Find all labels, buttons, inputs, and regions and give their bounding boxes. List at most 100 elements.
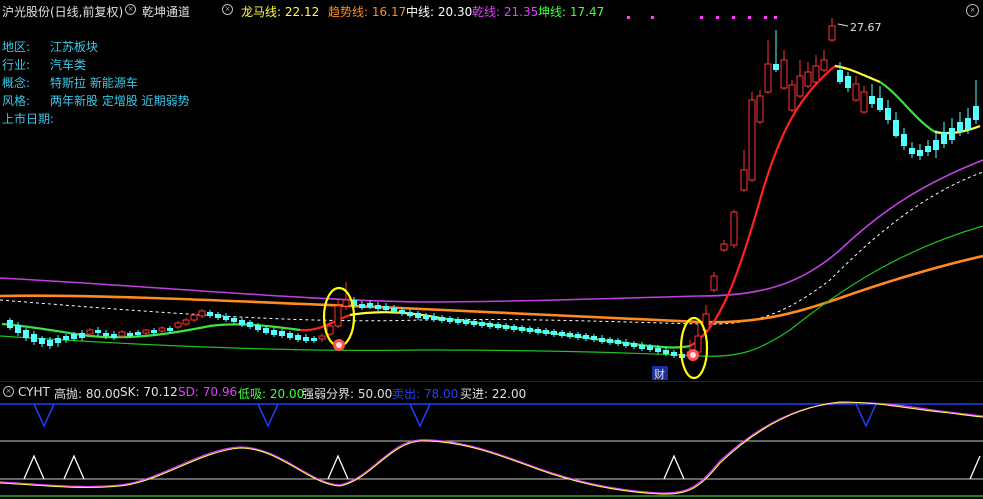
candle-body — [198, 310, 206, 317]
qian-line — [0, 159, 983, 303]
candle-body — [431, 316, 437, 320]
sk-curve — [0, 401, 983, 495]
candle-body — [647, 346, 653, 350]
candle-body — [740, 169, 748, 191]
candle-body — [583, 335, 589, 339]
finance-marker-label: 财 — [654, 367, 665, 380]
candle-body — [23, 330, 29, 338]
sub-item-sd: SD: 70.96 — [178, 385, 238, 399]
candle-body — [239, 320, 245, 325]
buy-peak-3 — [327, 454, 349, 480]
candle-body — [79, 333, 85, 338]
candle-body — [71, 334, 77, 339]
candle-body — [559, 332, 565, 336]
signal-dot — [732, 16, 735, 19]
candle-body — [182, 319, 190, 325]
candle-body — [837, 70, 843, 82]
candle-body — [655, 348, 661, 352]
candle-body — [917, 150, 923, 156]
cyht-chart[interactable] — [0, 399, 983, 499]
signal-dot — [627, 16, 630, 19]
candle-body — [764, 63, 772, 93]
candle-body — [334, 305, 342, 327]
candle-body — [828, 25, 836, 41]
candle-body — [407, 312, 413, 316]
candle-body — [788, 84, 796, 111]
candle-body — [303, 337, 309, 341]
candle-body — [965, 118, 971, 130]
candle-body — [279, 331, 285, 336]
candle-body — [318, 335, 326, 340]
candle-body — [463, 320, 469, 324]
candle-body — [869, 96, 875, 104]
candle-body — [796, 75, 804, 97]
sell-dip-3 — [409, 403, 431, 428]
candle-body — [756, 95, 764, 123]
candle-body — [631, 343, 637, 347]
candle-body — [215, 314, 221, 318]
candle-body — [909, 148, 915, 154]
sell-dip-2 — [257, 403, 279, 428]
candle-body — [311, 338, 317, 341]
candle-body — [877, 98, 883, 110]
candle-body — [15, 325, 21, 333]
signal-dot — [774, 16, 777, 19]
candle-body — [111, 334, 117, 338]
candle-body — [271, 330, 277, 335]
candle-body — [479, 322, 485, 326]
high-price-label: 27.67 — [850, 21, 882, 34]
candle-body — [342, 299, 350, 307]
candle-body — [780, 59, 788, 89]
candle-body — [295, 335, 301, 340]
candle-body — [447, 318, 453, 322]
candle-body — [495, 324, 501, 328]
candle-body — [519, 327, 525, 331]
candle-body — [383, 306, 389, 310]
candle-body — [694, 335, 702, 353]
price-chart[interactable]: 27.67 财 — [0, 0, 983, 380]
sub-item-sk: SK: 70.12 — [120, 385, 178, 399]
buy-peak-1 — [23, 454, 45, 480]
candle-body — [599, 338, 605, 342]
candle-body — [543, 330, 549, 334]
sub-indicator-close-icon[interactable]: × — [3, 386, 14, 397]
candle-body — [901, 134, 907, 146]
candle-body — [671, 352, 677, 356]
sub-indicator-name[interactable]: CYHT — [18, 385, 50, 399]
candle-body — [118, 331, 126, 337]
candle-body — [231, 318, 237, 322]
candle-body — [167, 328, 173, 331]
trend-line — [0, 254, 983, 324]
candle-body — [95, 330, 101, 333]
candle-body — [31, 334, 37, 342]
candle-body — [423, 315, 429, 319]
candle-body — [487, 323, 493, 327]
buy-peak-4 — [663, 454, 685, 480]
pane-divider — [0, 381, 983, 382]
candle-body — [151, 330, 157, 333]
signal-dot — [651, 16, 654, 19]
candle-body — [804, 71, 812, 87]
buy-peak-5 — [969, 455, 981, 480]
candle-body — [663, 350, 669, 354]
candle-body — [845, 76, 851, 88]
candle-body — [575, 334, 581, 338]
candle-body — [223, 316, 229, 320]
candle-body — [135, 332, 141, 335]
buy-marker-icon-1 — [333, 339, 345, 351]
candle-body — [949, 128, 955, 140]
candle-body — [326, 325, 334, 335]
buy-marker-icon-2 — [687, 349, 699, 361]
buy-signal-circle-2 — [679, 316, 709, 380]
candle-body — [86, 329, 94, 335]
candle-body — [860, 91, 868, 113]
signal-dots — [627, 16, 777, 19]
candle-body — [391, 308, 397, 312]
candle-body — [39, 338, 45, 344]
sell-dip-1 — [33, 403, 55, 428]
candle-body — [367, 303, 373, 307]
candle-body — [957, 122, 963, 132]
candle-body — [55, 338, 61, 343]
candle-body — [7, 320, 13, 328]
signal-dot — [716, 16, 719, 19]
